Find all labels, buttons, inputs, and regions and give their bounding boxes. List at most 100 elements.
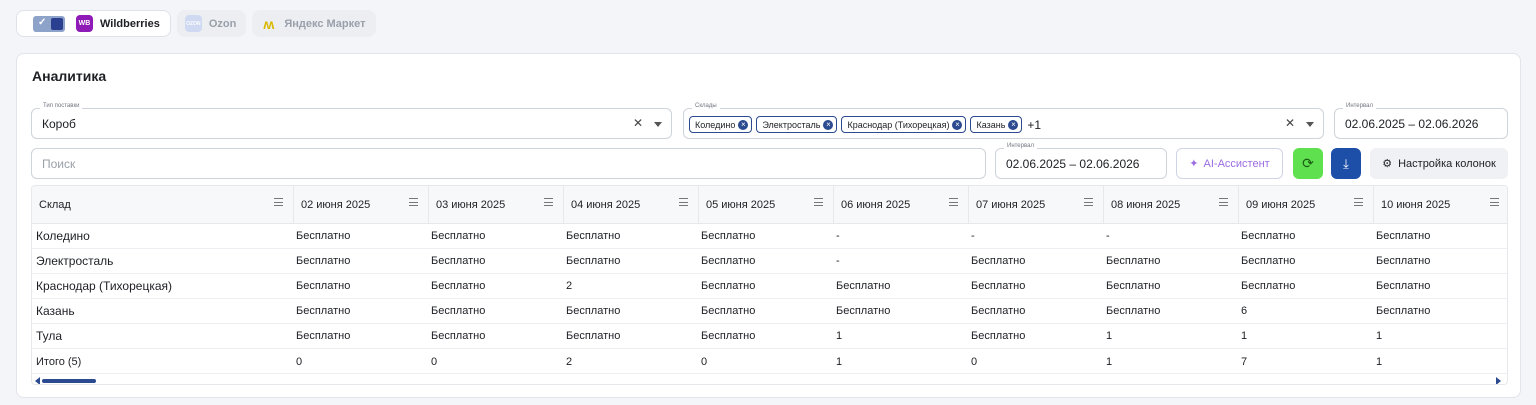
header-label: 02 июня 2025 <box>301 199 371 211</box>
value-cell: Бесплатно <box>431 230 486 242</box>
table-row: Электросталь Бесплатно Бесплатно Бесплатно Б… <box>32 249 1507 274</box>
value-cell: Бесплатно <box>296 305 351 317</box>
value-cell: 2 <box>566 280 573 292</box>
chip-kazan[interactable]: Казань × <box>970 116 1023 133</box>
total-row: Итого (5) 0 0 2 0 1 0 1 7 1 <box>32 349 1507 374</box>
scroll-left-icon[interactable] <box>35 377 40 384</box>
table-row: Тула Бесплатно Бесплатно Бесплатно Бесплатно… <box>32 324 1507 349</box>
value-cell: Бесплатно <box>836 305 891 317</box>
button-label: AI-Ассистент <box>1203 157 1270 170</box>
value-cell: 6 <box>1241 305 1248 317</box>
column-menu-icon[interactable] <box>679 198 688 206</box>
column-header-date[interactable]: 03 июня 2025 <box>429 186 564 224</box>
table-row: Казань Бесплатно Бесплатно Бесплатно Бесплат… <box>32 299 1507 324</box>
refresh-button[interactable]: ⟳ <box>1293 148 1323 179</box>
value-cell: Бесплатно <box>1241 255 1296 267</box>
tab-yandex-market[interactable]: ʍ Яндекс Маркет <box>252 10 376 37</box>
header-label: 05 июня 2025 <box>706 199 776 211</box>
header-label: Склад <box>39 199 71 211</box>
value-cell: 7 <box>1241 356 1248 368</box>
ozon-logo-icon: OZON <box>184 15 202 32</box>
chip-elektrostal[interactable]: Электросталь × <box>756 116 838 133</box>
value-cell: Бесплатно <box>701 330 756 342</box>
value-cell: Бесплатно <box>701 305 756 317</box>
chevron-down-icon[interactable] <box>1306 122 1314 127</box>
value-cell: - <box>1106 230 1110 242</box>
header-label: 09 июня 2025 <box>1246 199 1316 211</box>
ai-assistant-button[interactable]: ✦ AI-Ассистент <box>1176 148 1283 179</box>
field-label: Интервал <box>1004 143 1037 149</box>
download-icon: ⤓ <box>1343 155 1349 171</box>
value-cell: Бесплатно <box>431 305 486 317</box>
remove-chip-icon[interactable]: × <box>738 119 749 130</box>
column-menu-icon[interactable] <box>409 198 418 206</box>
value-cell: Бесплатно <box>1241 280 1296 292</box>
column-menu-icon[interactable] <box>1354 198 1363 206</box>
column-menu-icon[interactable] <box>814 198 823 206</box>
column-menu-icon[interactable] <box>1219 198 1228 206</box>
column-settings-button[interactable]: ⚙ Настройка колонок <box>1370 148 1508 179</box>
clear-icon[interactable]: ✕ <box>1285 116 1295 130</box>
chip-label: Краснодар (Тихорецкая) <box>847 119 950 130</box>
column-menu-icon[interactable] <box>1490 198 1499 206</box>
value-cell: 1 <box>1106 356 1113 368</box>
column-header-date[interactable]: 10 июня 2025 <box>1374 186 1507 224</box>
value-cell: 0 <box>701 356 708 368</box>
scroll-right-icon[interactable] <box>1496 377 1501 384</box>
column-header-warehouse[interactable]: Склад <box>32 186 294 224</box>
page-title: Аналитика <box>32 68 107 84</box>
column-header-date[interactable]: 08 июня 2025 <box>1104 186 1239 224</box>
clear-icon[interactable]: ✕ <box>633 116 643 130</box>
interval-picker[interactable]: Интервал 02.06.2025 – 02.06.2026 <box>995 143 1167 179</box>
column-header-date[interactable]: 07 июня 2025 <box>969 186 1104 224</box>
value-cell: Бесплатно <box>701 230 756 242</box>
value-cell: Бесплатно <box>701 280 756 292</box>
header-label: 07 июня 2025 <box>976 199 1046 211</box>
column-header-date[interactable]: 04 июня 2025 <box>564 186 699 224</box>
remove-chip-icon[interactable]: × <box>952 119 963 130</box>
value-cell: 1 <box>1241 330 1248 342</box>
select-all-toggle[interactable]: ✓ <box>33 15 65 32</box>
chevron-down-icon[interactable] <box>654 122 662 127</box>
wildberries-logo-icon: WB <box>76 15 93 32</box>
remove-chip-icon[interactable]: × <box>823 119 834 130</box>
table-row: Краснодар (Тихорецкая) Бесплатно Бесплатно… <box>32 274 1507 299</box>
tab-wildberries[interactable]: ✓ WB Wildberries <box>16 10 171 37</box>
chip-koledino[interactable]: Коледино × <box>689 116 753 133</box>
download-button[interactable]: ⤓ <box>1331 148 1361 179</box>
header-label: 10 июня 2025 <box>1381 199 1451 211</box>
table-row: Коледино Бесплатно Бесплатно Бесплатно Беспл… <box>32 224 1507 249</box>
grid-header: Склад 02 июня 2025 03 июня 2025 04 июня … <box>32 186 1507 224</box>
column-header-date[interactable]: 06 июня 2025 <box>834 186 969 224</box>
value-cell: Бесплатно <box>1376 280 1431 292</box>
column-menu-icon[interactable] <box>949 198 958 206</box>
value-cell: Бесплатно <box>1106 255 1161 267</box>
value-cell: Бесплатно <box>566 255 621 267</box>
chip-label: Коледино <box>695 119 736 130</box>
column-menu-icon[interactable] <box>274 198 283 206</box>
more-chips-count: +1 <box>1027 117 1042 132</box>
column-menu-icon[interactable] <box>544 198 553 206</box>
header-label: 08 июня 2025 <box>1111 199 1181 211</box>
value-cell: Бесплатно <box>971 255 1026 267</box>
horizontal-scrollbar[interactable] <box>42 379 96 383</box>
remove-chip-icon[interactable]: × <box>1008 119 1019 130</box>
interval-top-picker[interactable]: Интервал 02.06.2025 – 02.06.2026 <box>1334 103 1508 139</box>
tab-ozon[interactable]: OZON Ozon <box>176 10 247 37</box>
search-input[interactable]: Поиск <box>31 148 986 179</box>
column-menu-icon[interactable] <box>1084 198 1093 206</box>
field-value: Короб <box>42 117 76 131</box>
chip-krasnodar[interactable]: Краснодар (Тихорецкая) × <box>841 116 967 133</box>
column-header-date[interactable]: 09 июня 2025 <box>1239 186 1374 224</box>
column-header-date[interactable]: 05 июня 2025 <box>699 186 834 224</box>
value-cell: 1 <box>836 356 843 368</box>
gear-icon: ⚙ <box>1382 158 1393 170</box>
supply-type-select[interactable]: Тип поставки Короб ✕ <box>31 103 672 139</box>
warehouses-select[interactable]: Склады Коледино × Электросталь × Краснодар… <box>683 103 1324 139</box>
value-cell: Бесплатно <box>296 230 351 242</box>
column-header-date[interactable]: 02 июня 2025 <box>294 186 429 224</box>
value-cell: Бесплатно <box>296 330 351 342</box>
field-label: Тип поставки <box>40 103 83 109</box>
field-value: 02.06.2025 – 02.06.2026 <box>1345 117 1479 131</box>
chip-label: Электросталь <box>762 119 821 130</box>
